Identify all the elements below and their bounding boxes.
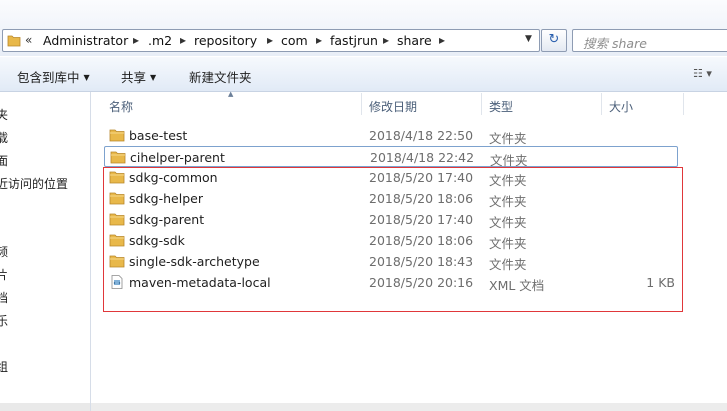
file-row[interactable]: sdkg-parent 2018/5/20 17:40 文件夹 xyxy=(104,209,678,230)
nav-item-documents[interactable]: 档 xyxy=(0,289,8,306)
nav-scrollbar[interactable] xyxy=(0,403,90,411)
folder-icon xyxy=(109,255,125,268)
column-header-name[interactable]: 名称 xyxy=(109,98,133,115)
file-type: 文件夹 xyxy=(489,236,527,251)
file-date-modified: 2018/4/18 22:42 xyxy=(370,150,475,165)
include-in-library-label: 包含到库中 xyxy=(17,70,80,85)
nav-item-recent-places[interactable]: 近访问的位置 xyxy=(0,175,68,192)
file-row[interactable]: sdkg-helper 2018/5/20 18:06 文件夹 xyxy=(104,188,678,209)
file-date-modified: 2018/5/20 17:40 xyxy=(369,170,474,185)
file-date-modified: 2018/5/20 17:40 xyxy=(369,212,474,227)
file-name: cihelper-parent xyxy=(130,150,225,165)
chevron-right-icon[interactable]: ▸ xyxy=(316,33,322,47)
nav-item-videos[interactable]: 频 xyxy=(0,243,8,260)
folder-icon xyxy=(7,35,21,47)
file-type: 文件夹 xyxy=(489,215,527,230)
nav-item-homegroup[interactable]: 组 xyxy=(0,358,8,375)
chevron-right-icon[interactable]: ▸ xyxy=(133,33,139,47)
column-header-date-modified[interactable]: 修改日期 xyxy=(369,98,417,115)
breadcrumb-com[interactable]: com xyxy=(281,33,308,48)
nav-item-favorites[interactable]: 夹 xyxy=(0,106,8,123)
address-bar-area: « Administrator ▸ .m2 ▸ repository ▸ com… xyxy=(0,0,727,56)
chevron-right-icon[interactable]: ▸ xyxy=(267,33,273,47)
file-row[interactable]: cihelper-parent 2018/4/18 22:42 文件夹 xyxy=(104,146,678,168)
column-header-size[interactable]: 大小 xyxy=(609,98,633,115)
breadcrumb-share[interactable]: share xyxy=(397,33,432,48)
file-name: sdkg-parent xyxy=(129,212,205,227)
chevron-down-icon: ▼ xyxy=(150,73,157,82)
column-divider[interactable] xyxy=(683,93,684,115)
command-bar: 包含到库中 ▼ 共享 ▼ 新建文件夹 ☷ ▾ xyxy=(0,57,727,92)
refresh-button[interactable]: ↻ xyxy=(541,29,567,52)
folder-icon xyxy=(109,234,125,247)
folder-icon xyxy=(109,129,125,142)
breadcrumb-repository[interactable]: repository xyxy=(194,33,257,48)
file-type: 文件夹 xyxy=(489,173,527,188)
breadcrumb-administrator[interactable]: Administrator xyxy=(43,33,128,48)
file-date-modified: 2018/5/20 18:06 xyxy=(369,233,474,248)
column-divider[interactable] xyxy=(361,93,362,115)
breadcrumb-overflow-chevron[interactable]: « xyxy=(25,33,32,47)
file-name: base-test xyxy=(129,128,188,143)
file-row[interactable]: single-sdk-archetype 2018/5/20 18:43 文件夹 xyxy=(104,251,678,272)
chevron-right-icon[interactable]: ▸ xyxy=(383,33,389,47)
new-folder-button[interactable]: 新建文件夹 xyxy=(189,67,252,86)
folder-icon xyxy=(109,171,125,184)
folder-icon xyxy=(109,192,125,205)
folder-icon xyxy=(110,151,126,164)
sort-ascending-icon: ▲ xyxy=(228,90,234,98)
file-date-modified: 2018/5/20 18:06 xyxy=(369,191,474,206)
column-header-type[interactable]: 类型 xyxy=(489,98,513,115)
breadcrumb-m2[interactable]: .m2 xyxy=(148,33,172,48)
breadcrumb-fastjrun[interactable]: fastjrun xyxy=(330,33,378,48)
file-name: maven-metadata-local xyxy=(129,275,271,290)
pane-divider[interactable] xyxy=(90,92,91,411)
address-bar[interactable]: « Administrator ▸ .m2 ▸ repository ▸ com… xyxy=(2,29,540,52)
file-row[interactable]: base-test 2018/4/18 22:50 文件夹 xyxy=(104,125,678,146)
nav-item-downloads[interactable]: 载 xyxy=(0,129,8,146)
file-row[interactable]: sdkg-common 2018/5/20 17:40 文件夹 xyxy=(104,167,678,188)
search-input[interactable]: 搜索 share xyxy=(572,29,727,52)
file-row[interactable]: maven-metadata-local 2018/5/20 20:16 XML… xyxy=(104,272,678,293)
file-date-modified: 2018/5/20 20:16 xyxy=(369,275,474,290)
column-divider[interactable] xyxy=(601,93,602,115)
file-date-modified: 2018/5/20 18:43 xyxy=(369,254,474,269)
nav-item-pictures[interactable]: 片 xyxy=(0,266,8,283)
include-in-library-button[interactable]: 包含到库中 ▼ xyxy=(17,67,90,86)
file-name: single-sdk-archetype xyxy=(129,254,260,269)
file-date-modified: 2018/4/18 22:50 xyxy=(369,128,474,143)
file-type: XML 文档 xyxy=(489,278,545,293)
file-type: 文件夹 xyxy=(489,257,527,272)
nav-item-music[interactable]: 乐 xyxy=(0,312,8,329)
chevron-right-icon[interactable]: ▸ xyxy=(439,33,445,47)
navigation-pane: 夹 载 面 近访问的位置 频 片 档 乐 组 xyxy=(0,92,90,411)
chevron-down-icon: ▼ xyxy=(83,73,90,82)
file-name: sdkg-sdk xyxy=(129,233,185,248)
folder-icon xyxy=(109,213,125,226)
chevron-right-icon[interactable]: ▸ xyxy=(180,33,186,47)
share-label: 共享 xyxy=(121,70,147,85)
column-divider[interactable] xyxy=(481,93,482,115)
file-name: sdkg-helper xyxy=(129,191,203,206)
file-name: sdkg-common xyxy=(129,170,218,185)
file-type: 文件夹 xyxy=(489,131,527,146)
share-button[interactable]: 共享 ▼ xyxy=(121,67,156,86)
horizontal-scrollbar[interactable] xyxy=(91,403,727,411)
file-type: 文件夹 xyxy=(489,194,527,209)
nav-item-desktop[interactable]: 面 xyxy=(0,152,8,169)
xml-file-icon xyxy=(111,275,123,289)
file-size: 1 KB xyxy=(646,275,675,290)
view-options-button[interactable]: ☷ ▾ xyxy=(693,67,712,80)
file-row[interactable]: sdkg-sdk 2018/5/20 18:06 文件夹 xyxy=(104,230,678,251)
address-dropdown-icon[interactable]: ▼ xyxy=(525,34,532,44)
